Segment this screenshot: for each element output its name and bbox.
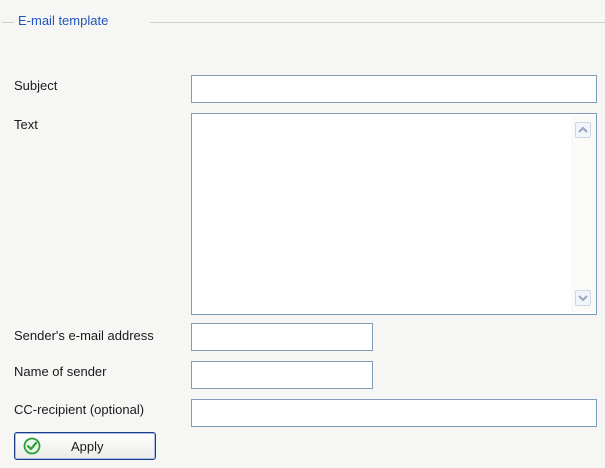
scroll-up-icon[interactable]: [575, 122, 591, 138]
group-border-right: [150, 22, 605, 23]
group-border-left: [2, 22, 14, 23]
apply-button[interactable]: Apply: [14, 432, 156, 460]
sender-name-input[interactable]: [191, 361, 373, 389]
subject-input[interactable]: [191, 75, 597, 103]
apply-button-label: Apply: [71, 438, 104, 454]
text-area[interactable]: [191, 113, 597, 315]
sender-email-label: Sender's e-mail address: [14, 328, 154, 343]
group-title: E-mail template: [18, 13, 109, 28]
cc-recipient-label: CC-recipient (optional): [14, 402, 145, 417]
email-template-panel: E-mail template Subject Text Sender's e-…: [0, 0, 605, 468]
check-circle-icon: [23, 437, 41, 455]
text-label: Text: [14, 117, 38, 132]
cc-recipient-input[interactable]: [191, 399, 597, 427]
sender-email-input[interactable]: [191, 323, 373, 351]
text-scrollbar[interactable]: [571, 116, 595, 312]
subject-label: Subject: [14, 78, 58, 93]
sender-name-label: Name of sender: [14, 364, 107, 379]
scroll-down-icon[interactable]: [575, 290, 591, 306]
